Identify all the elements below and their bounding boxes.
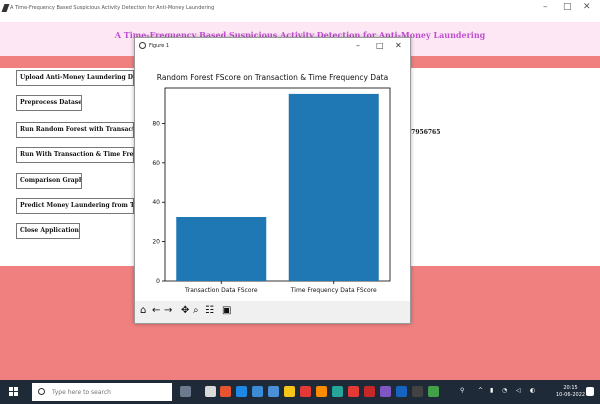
y-tick-label: 60 — [152, 160, 160, 167]
app-icon-1[interactable] — [220, 386, 231, 397]
figure-maximize-button[interactable]: □ — [376, 41, 384, 50]
figure-app-icon — [139, 42, 146, 49]
task-view-icon[interactable] — [205, 386, 216, 397]
clock-time: 20:15 — [563, 385, 578, 391]
app-icon-3[interactable] — [316, 386, 327, 397]
notification-icon[interactable] — [586, 387, 594, 396]
bar — [288, 93, 379, 281]
figure-window: Figure 1 – □ ✕ Random Forest FScore on T… — [134, 37, 411, 324]
taskbar-search-input[interactable] — [50, 385, 164, 400]
tray-language-icon[interactable]: ◐ — [530, 387, 535, 394]
store-icon[interactable] — [252, 386, 263, 397]
predict-laundering-button[interactable]: Predict Money Laundering from Te — [16, 198, 134, 214]
save-icon[interactable]: ▣ — [222, 306, 231, 316]
bar-chart: Random Forest FScore on Transaction & Ti… — [152, 73, 391, 294]
y-tick-label: 80 — [152, 120, 160, 127]
result-text: 57956765 — [407, 129, 441, 136]
app-icon-2[interactable] — [268, 386, 279, 397]
figure-toolbar: ⌂ ← → ✥ ⌕ ☷ ▣ — [135, 301, 410, 323]
tray-battery-icon[interactable]: ▮ — [490, 387, 493, 394]
maximize-button[interactable]: □ — [563, 2, 572, 12]
tray-chevron-icon[interactable]: ^ — [478, 387, 483, 394]
search-icon — [38, 388, 45, 395]
y-tick-label: 40 — [152, 199, 160, 206]
preprocess-dataset-button[interactable]: Preprocess Dataset — [16, 95, 82, 111]
x-tick-label: Transaction Data FScore — [184, 287, 258, 294]
tray-people-icon[interactable]: ⚲ — [460, 387, 464, 394]
figure-minimize-button[interactable]: – — [356, 41, 360, 50]
app-title-bar: A Time-Frequency Based Suspicious Activi… — [0, 0, 600, 22]
run-time-frequency-button[interactable]: Run With Transaction & Time Freq — [16, 147, 134, 163]
feather-icon — [1, 4, 10, 12]
microphone-icon[interactable] — [180, 386, 191, 397]
pan-icon[interactable]: ✥ — [181, 306, 189, 316]
forward-icon[interactable]: → — [164, 306, 172, 316]
taskbar-search-box[interactable] — [32, 383, 172, 401]
close-button[interactable]: ✕ — [583, 2, 591, 12]
app-icon-7[interactable] — [396, 386, 407, 397]
bar — [176, 216, 267, 281]
taskbar-clock[interactable]: 20:15 10-06-2022 — [556, 385, 585, 399]
figure-window-title: Figure 1 — [149, 43, 170, 49]
back-icon[interactable]: ← — [152, 306, 160, 316]
figure-canvas: Random Forest FScore on Transaction & Ti… — [135, 54, 410, 301]
y-tick-label: 0 — [156, 278, 160, 285]
clock-date: 10-06-2022 — [556, 392, 586, 398]
app-icon-8[interactable] — [412, 386, 423, 397]
tray-network-icon[interactable]: ◔ — [502, 387, 507, 394]
chrome-icon[interactable] — [300, 386, 311, 397]
close-application-button[interactable]: Close Application — [16, 223, 80, 239]
file-explorer-icon[interactable] — [284, 386, 295, 397]
app-icon-5[interactable] — [364, 386, 375, 397]
upload-dataset-button[interactable]: Upload Anti-Money Laundering Dat — [16, 70, 134, 86]
home-icon[interactable]: ⌂ — [140, 306, 146, 316]
y-tick-label: 20 — [152, 239, 160, 246]
minimize-button[interactable]: – — [543, 2, 548, 12]
zoom-icon[interactable]: ⌕ — [193, 306, 199, 316]
app-icon-6[interactable] — [380, 386, 391, 397]
edge-icon[interactable] — [236, 386, 247, 397]
windows-start-icon[interactable] — [9, 387, 19, 397]
chart-title: Random Forest FScore on Transaction & Ti… — [157, 73, 388, 82]
x-tick-label: Time Frequency Data FScore — [290, 287, 377, 294]
tray-volume-icon[interactable]: ◁ — [516, 387, 521, 394]
comparison-graph-button[interactable]: Comparison Graph — [16, 173, 82, 189]
app-window-title: A Time-Frequency Based Suspicious Activi… — [10, 5, 215, 11]
acrobat-icon[interactable] — [348, 386, 359, 397]
taskbar: ⚲ ^ ▮ ◔ ◁ ◐ 20:15 10-06-2022 — [0, 380, 600, 404]
run-random-forest-button[interactable]: Run Random Forest with Transactic — [16, 122, 134, 138]
python-icon[interactable] — [428, 386, 439, 397]
figure-close-button[interactable]: ✕ — [395, 41, 402, 50]
app-icon-4[interactable] — [332, 386, 343, 397]
figure-title-bar: Figure 1 – □ ✕ — [135, 38, 410, 54]
configure-icon[interactable]: ☷ — [205, 306, 214, 316]
